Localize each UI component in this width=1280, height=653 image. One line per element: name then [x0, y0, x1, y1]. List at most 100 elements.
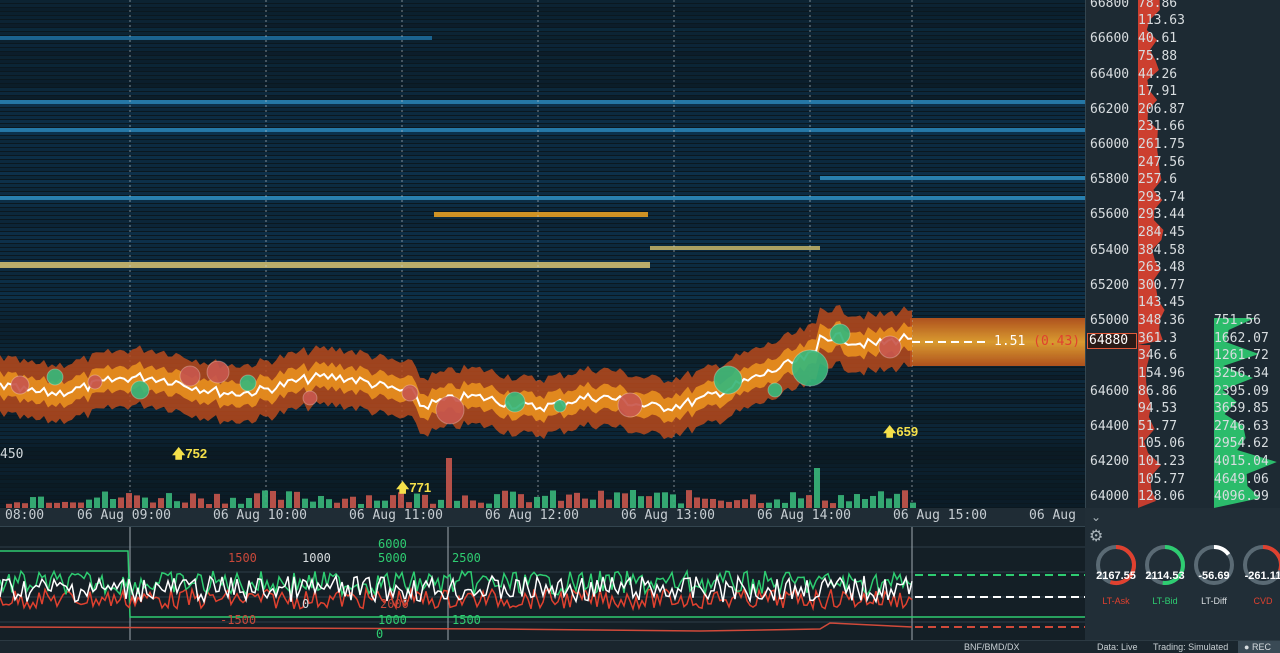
- volume-bar: [350, 496, 356, 508]
- liquidity-band: [0, 168, 1085, 171]
- current-price-box: 64880: [1087, 333, 1137, 349]
- liquidity-band: [0, 308, 1085, 311]
- volume-bar: [302, 498, 308, 508]
- price-tick: 66200: [1090, 102, 1130, 117]
- volume-bar: [86, 499, 92, 508]
- time-axis[interactable]: 08:00 06 Aug 09:00 06 Aug 10:00 06 Aug 1…: [0, 508, 1085, 526]
- bid-volume: 3659.85: [1214, 401, 1269, 416]
- indicator-panel[interactable]: 1500 1000 0 -1500 6000 5000 2000 1000 0 …: [0, 526, 1085, 640]
- liquidity-band: [0, 112, 1085, 115]
- volume-bar: [462, 495, 468, 508]
- liquidity-band: [0, 24, 1085, 27]
- volume-bar: [814, 468, 820, 508]
- volume-bar: [542, 495, 548, 508]
- trade-bubble: [302, 390, 318, 406]
- price-ladder[interactable]: 66800 66600 66400 66200 66000 65800 6560…: [1085, 0, 1280, 508]
- price-tick: 66400: [1090, 67, 1130, 82]
- volume-bar: [366, 495, 372, 508]
- price-tick: 65600: [1090, 207, 1130, 222]
- volume-bar: [374, 500, 380, 508]
- liquidity-band: [0, 104, 1085, 107]
- volume-bar: [742, 499, 748, 508]
- volume-bar: [614, 492, 620, 508]
- bid-volume: 4015.04: [1214, 454, 1269, 469]
- liquidity-band: [0, 60, 1085, 63]
- bid-volume: 3256.34: [1214, 366, 1269, 381]
- volume-bar: [246, 497, 252, 508]
- price-tick: 64400: [1090, 419, 1130, 434]
- price-tick: 65000: [1090, 313, 1130, 328]
- trade-marker: 🡅659: [883, 423, 918, 445]
- volume-bar: [550, 490, 556, 508]
- volume-bar: [174, 501, 180, 508]
- liquidity-band: [0, 8, 1085, 11]
- volume-bar: [38, 496, 44, 508]
- volume-bar: [718, 500, 724, 508]
- volume-bar: [158, 498, 164, 508]
- liquidity-band: [0, 80, 1085, 83]
- ask-volume: 17.91: [1138, 84, 1178, 99]
- volume-bar: [734, 500, 740, 508]
- volume-bar: [806, 495, 812, 508]
- liquidity-band: [0, 0, 1085, 3]
- volume-bar: [598, 490, 604, 508]
- volume-bar: [686, 490, 692, 508]
- liquidity-band: [0, 132, 1085, 135]
- scale-label: 0: [302, 597, 310, 611]
- time-tick: 06 Aug 15:00: [893, 508, 987, 523]
- liquidity-band: [0, 240, 1085, 243]
- trade-bubble: [617, 392, 643, 418]
- time-tick: 06 Aug 10:00: [213, 508, 307, 523]
- bid-volume: 86.86: [1138, 384, 1178, 399]
- price-tick: 66800: [1090, 0, 1130, 11]
- liquidity-band: [0, 72, 1085, 75]
- liquidity-band: [0, 120, 1085, 123]
- price-tick: 65400: [1090, 243, 1130, 258]
- trade-bubble: [206, 360, 230, 384]
- trade-bubble: [878, 335, 902, 359]
- liquidity-band: [0, 48, 1085, 51]
- bid-volume: 2395.09: [1214, 384, 1269, 399]
- volume-bar: [118, 497, 124, 508]
- volume-bar: [214, 493, 220, 508]
- scale-label: 2000: [380, 597, 409, 611]
- bid-volume: 51.77: [1138, 419, 1178, 434]
- scale-label: -1500: [220, 613, 257, 627]
- volume-bar: [590, 499, 596, 508]
- liquidity-band: [0, 16, 1085, 19]
- trade-bubble: [435, 395, 465, 425]
- liquidity-band: [0, 28, 1085, 31]
- heatmap-canvas[interactable]: [0, 0, 1085, 508]
- time-tick: 06 Aug 09:00: [77, 508, 171, 523]
- trade-bubble: [130, 380, 150, 400]
- liquidity-band: [0, 488, 1085, 491]
- volume-bar: [710, 498, 716, 508]
- ask-volume: 206.87: [1138, 102, 1185, 117]
- scale-label: 0: [376, 627, 384, 640]
- liquidity-band: [0, 140, 1085, 143]
- volume-bar: [622, 493, 628, 508]
- price-tick: 64600: [1090, 384, 1130, 399]
- left-edge-label: 450: [0, 447, 24, 462]
- ask-volume: 78.86: [1138, 0, 1178, 11]
- rec-button[interactable]: ● REC: [1238, 641, 1280, 653]
- imbalance-paren: (0.43): [1033, 334, 1081, 349]
- chevron-down-icon[interactable]: ⌄: [1091, 510, 1101, 524]
- volume-bar: [94, 497, 100, 508]
- liquidity-band: [0, 468, 1085, 471]
- liquidity-band: [0, 68, 1085, 71]
- volume-bar: [862, 499, 868, 508]
- liquidity-band: [0, 184, 1085, 187]
- liquidity-band: [0, 252, 1085, 255]
- ask-volume: 40.61: [1138, 31, 1178, 46]
- trade-bubble: [829, 323, 851, 345]
- volume-bar: [558, 500, 564, 508]
- trade-bubble: [553, 399, 567, 413]
- scale-label: 2500: [452, 551, 481, 565]
- liquidity-band: [0, 12, 1085, 15]
- volume-bar: [790, 492, 796, 508]
- ask-volume: 143.45: [1138, 295, 1185, 310]
- order-book-heatmap[interactable]: 450 🡅752 🡅771 🡅659 1.51 (0.43): [0, 0, 1085, 508]
- ask-volume: 75.88: [1138, 49, 1178, 64]
- liquidity-band: [0, 456, 1085, 459]
